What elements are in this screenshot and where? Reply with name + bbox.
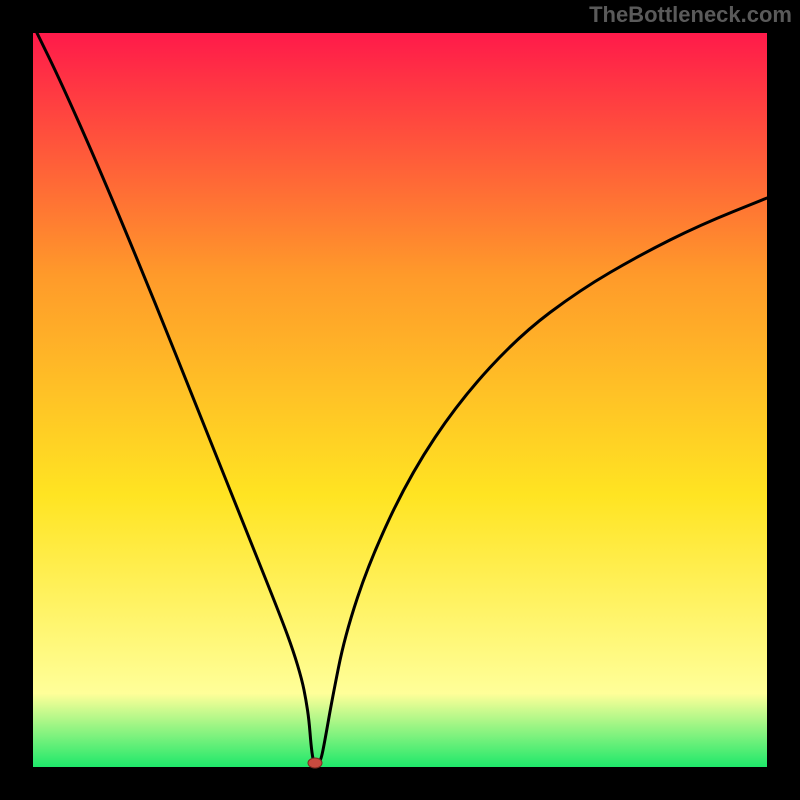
watermark: TheBottleneck.com — [589, 2, 792, 27]
chart-plot-area — [33, 33, 767, 767]
minimum-marker — [308, 758, 322, 768]
bottleneck-chart: TheBottleneck.com — [0, 0, 800, 800]
